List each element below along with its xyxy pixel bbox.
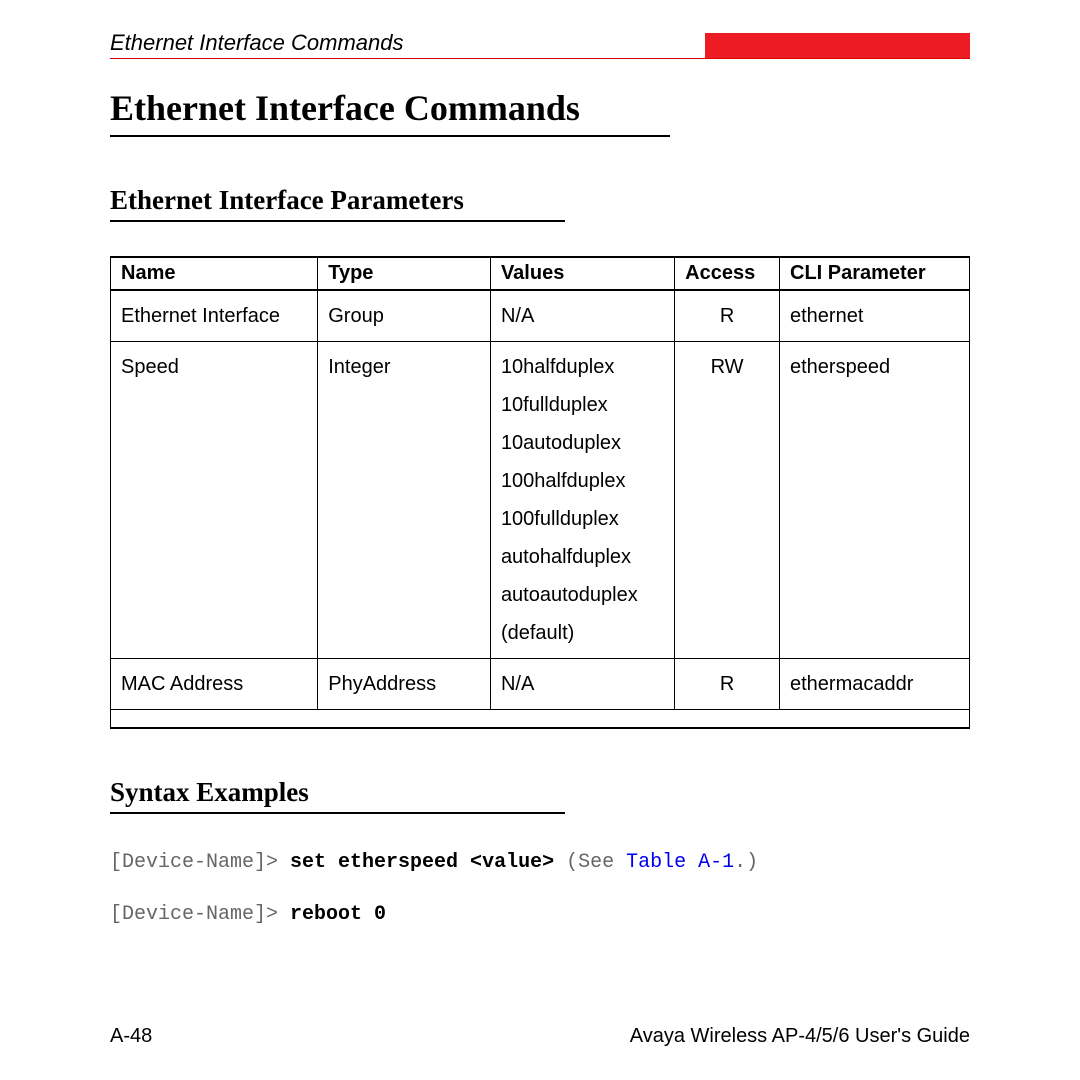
cell-name: Ethernet Interface xyxy=(111,290,318,342)
section-syntax-title: Syntax Examples xyxy=(110,777,565,814)
code-note-suffix: .) xyxy=(734,851,758,874)
code-prompt: [Device-Name]> xyxy=(110,851,290,874)
table-row: Ethernet Interface Group N/A R ethernet xyxy=(111,290,970,342)
col-header-name: Name xyxy=(111,257,318,290)
table-header-row: Name Type Values Access CLI Parameter xyxy=(111,257,970,290)
page-footer: A-48 Avaya Wireless AP-4/5/6 User's Guid… xyxy=(110,1025,970,1048)
code-line: [Device-Name]> reboot 0 xyxy=(110,900,970,930)
page-title: Ethernet Interface Commands xyxy=(110,87,670,137)
page-number: A-48 xyxy=(110,1025,152,1048)
running-title: Ethernet Interface Commands xyxy=(110,30,403,56)
syntax-examples: [Device-Name]> set etherspeed <value> (S… xyxy=(110,848,970,930)
code-command: reboot 0 xyxy=(290,903,386,926)
code-line: [Device-Name]> set etherspeed <value> (S… xyxy=(110,848,970,878)
cell-name: Speed xyxy=(111,342,318,659)
section-parameters-title: Ethernet Interface Parameters xyxy=(110,185,565,222)
code-note-prefix: (See xyxy=(554,851,626,874)
cell-name: MAC Address xyxy=(111,659,318,710)
code-link[interactable]: Table A-1 xyxy=(626,851,734,874)
cell-access: R xyxy=(675,290,780,342)
code-command: set etherspeed <value> xyxy=(290,851,554,874)
col-header-values: Values xyxy=(490,257,674,290)
cell-type: Group xyxy=(318,290,491,342)
cell-values: N/A xyxy=(490,659,674,710)
cell-values: 10halfduplex 10fullduplex 10autoduplex 1… xyxy=(490,342,674,659)
cell-access: RW xyxy=(675,342,780,659)
cell-values: N/A xyxy=(490,290,674,342)
col-header-type: Type xyxy=(318,257,491,290)
brand-color-block xyxy=(705,33,970,58)
guide-name: Avaya Wireless AP-4/5/6 User's Guide xyxy=(630,1025,970,1048)
col-header-cli: CLI Parameter xyxy=(780,257,970,290)
cell-type: PhyAddress xyxy=(318,659,491,710)
table-row: Speed Integer 10halfduplex 10fullduplex … xyxy=(111,342,970,659)
cell-access: R xyxy=(675,659,780,710)
col-header-access: Access xyxy=(675,257,780,290)
cell-cli: etherspeed xyxy=(780,342,970,659)
cell-type: Integer xyxy=(318,342,491,659)
cell-cli: ethermacaddr xyxy=(780,659,970,710)
table-blank-row xyxy=(111,710,970,728)
page-header: Ethernet Interface Commands xyxy=(110,30,970,59)
code-prompt: [Device-Name]> xyxy=(110,903,290,926)
table-row: MAC Address PhyAddress N/A R ethermacadd… xyxy=(111,659,970,710)
cell-cli: ethernet xyxy=(780,290,970,342)
parameters-table: Name Type Values Access CLI Parameter Et… xyxy=(110,256,970,729)
